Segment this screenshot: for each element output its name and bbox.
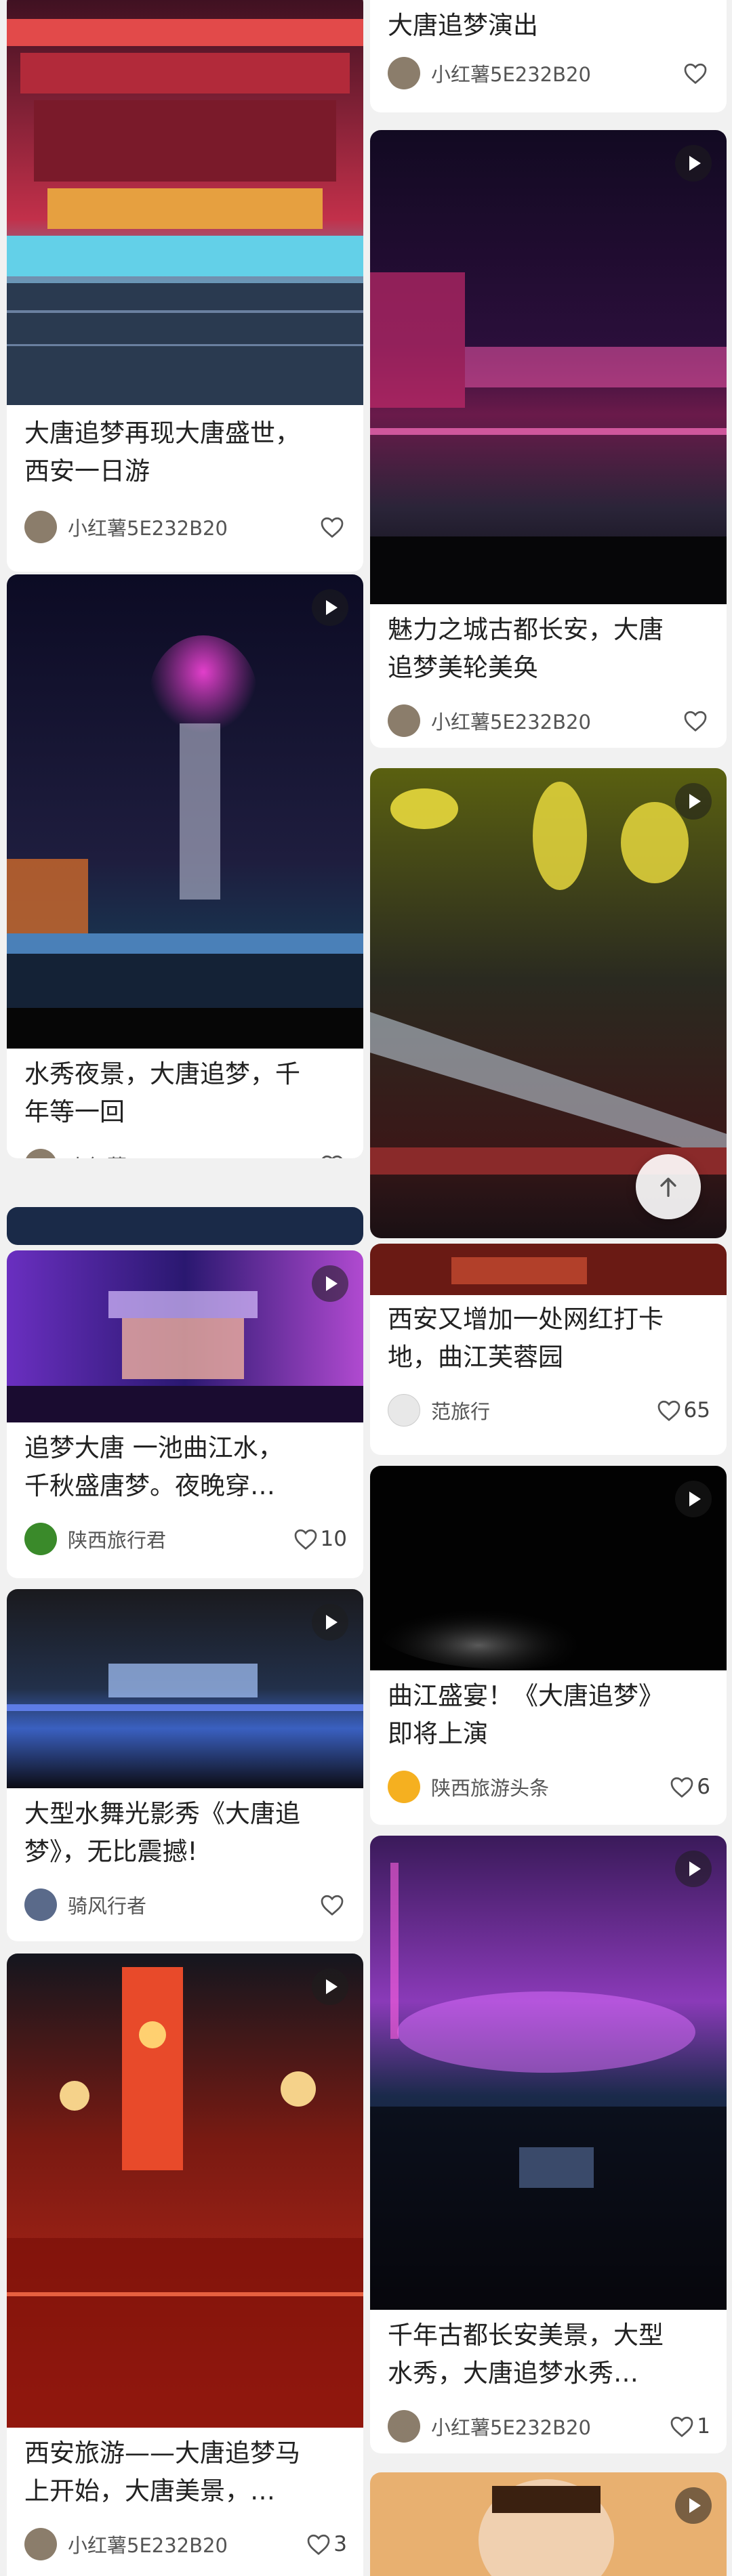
card-title: 魅力之城古都长安，大唐 追梦美轮美奂 (388, 615, 664, 682)
card-meta: 小红薯5E232B20 1 (388, 2410, 710, 2443)
like-button[interactable] (683, 709, 710, 732)
avatar (24, 1523, 57, 1555)
play-icon (312, 1265, 348, 1302)
card-meta: 小红薯5E232B20 (24, 511, 347, 543)
card-meta: 小红薯5E232B20 (24, 1149, 347, 1158)
heart-icon (322, 1155, 342, 1158)
card-thumbnail (370, 1836, 727, 2310)
card-meta: 陕西旅行君 10 (24, 1523, 347, 1555)
avatar (24, 1149, 57, 1158)
author-name: 范旅行 (431, 1400, 491, 1423)
heart-icon (684, 63, 707, 85)
card-thumbnail (370, 130, 727, 604)
like-count: 3 (333, 2532, 347, 2556)
card-thumbnail (7, 1589, 363, 1788)
author-name: 小红薯5E232B20 (431, 711, 591, 734)
play-icon (312, 589, 348, 626)
back-to-top-button[interactable] (636, 1154, 701, 1219)
card-meta: 骑风行者 (24, 1888, 347, 1921)
feed-card[interactable]: 大唐追梦演出 小红薯5E232B20 (370, 0, 727, 112)
feed-card[interactable] (370, 2472, 727, 2576)
feed-card[interactable]: 追梦大唐 一池曲江水， 千秋盛唐梦。夜晚穿… 陕西旅行君 10 (7, 1250, 363, 1578)
card-title: 水秀夜景，大唐追梦，千 年等一回 (24, 1059, 300, 1126)
feed-card[interactable]: 曲江盛宴！《大唐追梦》 即将上演 陕西旅游头条 6 (370, 1466, 727, 1825)
card-thumbnail (7, 1954, 363, 2428)
card-title: 西安又增加一处网红打卡 地，曲江芙蓉园 (388, 1305, 664, 1372)
like-count: 1 (697, 2414, 710, 2438)
card-title: 大唐追梦再现大唐盛世， 西安一日游 (24, 419, 300, 486)
feed-card[interactable]: 大唐追梦再现大唐盛世， 西安一日游 小红薯5E232B20 (7, 0, 363, 572)
author-name: 小红薯5E232B20 (431, 63, 591, 86)
heart-icon (321, 1895, 344, 1916)
card-thumbnail (370, 1466, 727, 1670)
card-meta: 范旅行 65 (388, 1394, 710, 1427)
play-icon (675, 783, 712, 820)
card-title: 追梦大唐 一池曲江水， 千秋盛唐梦。夜晚穿… (24, 1433, 283, 1500)
feed-card[interactable]: 魅力之城古都长安，大唐 追梦美轮美奂 小红薯5E232B20 (370, 130, 727, 748)
author-name: 小红薯5E232B20 (68, 1151, 320, 1158)
card-thumbnail (7, 574, 363, 1049)
like-count: 65 (683, 1398, 710, 1422)
avatar (388, 1394, 420, 1427)
avatar (24, 1888, 57, 1921)
heart-icon (321, 517, 344, 539)
card-thumbnail (7, 1207, 363, 1245)
avatar (388, 2410, 420, 2443)
author-name: 小红薯5E232B20 (68, 2534, 228, 2557)
author-name: 陕西旅游头条 (431, 1777, 550, 1800)
like-button[interactable]: 1 (670, 2414, 710, 2438)
card-meta: 陕西旅游头条 6 (388, 1771, 710, 1803)
card-thumbnail (370, 2472, 727, 2576)
play-icon (675, 145, 712, 182)
like-count: 10 (320, 1527, 347, 1551)
like-button[interactable]: 6 (670, 1775, 710, 1799)
play-icon (312, 1968, 348, 2005)
feed-card[interactable]: 西安又增加一处网红打卡 地，曲江芙蓉园 范旅行 65 (370, 1244, 727, 1455)
like-button[interactable] (320, 1154, 347, 1158)
author-name: 陕西旅行君 (68, 1529, 167, 1552)
card-meta: 小红薯5E232B20 (388, 57, 710, 89)
arrow-up-icon (660, 1177, 676, 1197)
card-title: 千年古都长安美景，大型 水秀，大唐追梦水秀… (388, 2321, 664, 2388)
author-name: 骑风行者 (68, 1895, 147, 1918)
like-count: 6 (697, 1775, 710, 1799)
like-button[interactable] (320, 1893, 347, 1916)
heart-icon (307, 2534, 330, 2556)
avatar (388, 57, 420, 89)
card-title: 大型水舞光影秀《大唐追 梦》，无比震撼! (24, 1799, 300, 1866)
like-button[interactable]: 3 (306, 2532, 347, 2556)
card-thumbnail (7, 1250, 363, 1422)
avatar (388, 704, 420, 737)
like-button[interactable]: 10 (293, 1527, 347, 1551)
heart-icon (684, 711, 707, 732)
card-thumbnail (370, 1244, 727, 1295)
card-meta: 小红薯5E232B20 (388, 704, 710, 737)
card-meta: 小红薯5E232B20 3 (24, 2528, 347, 2560)
like-button[interactable] (320, 515, 347, 539)
author-name: 小红薯5E232B20 (68, 517, 228, 540)
heart-icon (670, 1777, 693, 1798)
avatar (24, 2528, 57, 2560)
feed-card[interactable]: 西安旅游——大唐追梦马 上开始，大唐美景，… 小红薯5E232B20 3 (7, 1954, 363, 2576)
feed-card[interactable]: 千年古都长安美景，大型 水秀，大唐追梦水秀… 小红薯5E232B20 1 (370, 1836, 727, 2453)
feed-card[interactable]: 大型水舞光影秀《大唐追 梦》，无比震撼! 骑风行者 (7, 1589, 363, 1941)
play-icon (312, 1604, 348, 1641)
heart-icon (657, 1400, 680, 1422)
card-thumbnail (7, 0, 363, 405)
feed-card[interactable]: 水秀夜景，大唐追梦，千 年等一回 小红薯5E232B20 (7, 574, 363, 1158)
play-icon (675, 2487, 712, 2524)
card-title: 西安旅游——大唐追梦马 上开始，大唐美景，… (24, 2438, 300, 2506)
avatar (388, 1771, 420, 1803)
avatar (24, 511, 57, 543)
feed-card[interactable] (7, 1207, 363, 1245)
author-name: 小红薯5E232B20 (431, 2416, 591, 2439)
play-icon (675, 1851, 712, 1887)
like-button[interactable] (683, 62, 710, 85)
card-title: 曲江盛宴！《大唐追梦》 即将上演 (388, 1681, 664, 1748)
heart-icon (670, 2416, 693, 2438)
like-button[interactable]: 65 (657, 1398, 710, 1422)
card-title: 大唐追梦演出 (388, 11, 538, 40)
play-icon (675, 1481, 712, 1517)
heart-icon (294, 1529, 317, 1550)
